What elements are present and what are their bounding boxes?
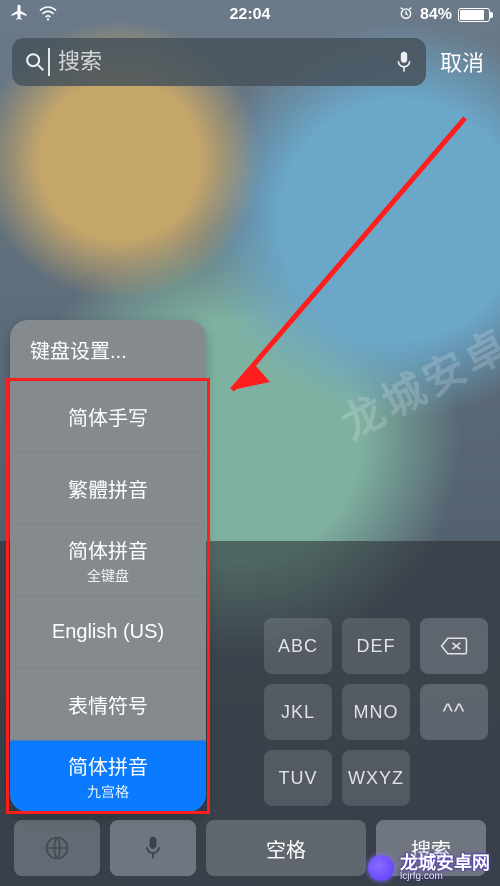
option-label: 简体拼音 xyxy=(68,535,148,564)
option-label: 繁體拼音 xyxy=(68,474,148,503)
keyboard-option-simplified-pinyin-full[interactable]: 简体拼音 全键盘 xyxy=(10,524,206,596)
option-label: English (US) xyxy=(52,621,164,644)
search-field[interactable] xyxy=(12,38,426,86)
key-mno[interactable]: MNO xyxy=(342,684,410,740)
keyboard-option-simplified-pinyin-ninegrid[interactable]: 简体拼音 九宫格 xyxy=(10,740,206,812)
search-icon xyxy=(24,51,46,73)
key-tuv[interactable]: TUV xyxy=(264,750,332,806)
search-row: 取消 xyxy=(0,28,500,94)
key-def[interactable]: DEF xyxy=(342,618,410,674)
annotation-arrow xyxy=(210,110,480,410)
keyboard-option-traditional-pinyin[interactable]: 繁體拼音 xyxy=(10,452,206,524)
screen: 22:04 84% 取消 ABC DEF xyxy=(0,0,500,886)
option-label: 表情符号 xyxy=(68,690,148,719)
key-backspace[interactable] xyxy=(420,618,488,674)
keyboard-option-emoji[interactable]: 表情符号 xyxy=(10,668,206,740)
keyboard-keys: ABC DEF JKL MNO ^^ TUV WXYZ xyxy=(186,618,486,806)
keyboard-option-handwriting[interactable]: 简体手写 xyxy=(10,380,206,452)
key-jkl[interactable]: JKL xyxy=(264,684,332,740)
key-tone[interactable]: ^^ xyxy=(420,684,488,740)
space-button[interactable]: 空格 xyxy=(206,820,366,876)
option-sublabel: 全键盘 xyxy=(87,566,129,586)
globe-button[interactable] xyxy=(14,820,100,876)
key-abc[interactable]: ABC xyxy=(264,618,332,674)
status-bar: 22:04 84% xyxy=(0,0,500,28)
keyboard-bottom-row: 空格 搜索 xyxy=(0,818,500,878)
keyboard-option-english-us[interactable]: English (US) xyxy=(10,596,206,668)
key-wxyz[interactable]: WXYZ xyxy=(342,750,410,806)
keyboard-settings-item[interactable]: 键盘设置... xyxy=(10,320,206,380)
search-input[interactable] xyxy=(50,49,426,75)
status-time: 22:04 xyxy=(0,6,500,24)
keyboard-switcher-popup: 键盘设置... 简体手写 繁體拼音 简体拼音 全键盘 English (US) … xyxy=(10,320,206,812)
option-sublabel: 九宫格 xyxy=(87,782,129,802)
dictation-button[interactable] xyxy=(110,820,196,876)
battery-icon xyxy=(458,8,490,22)
cancel-button[interactable]: 取消 xyxy=(436,46,488,78)
option-label: 简体拼音 xyxy=(68,751,148,780)
mic-icon[interactable] xyxy=(394,50,414,74)
option-label: 简体手写 xyxy=(68,402,148,431)
watermark-diagonal: 龙城安卓网 xyxy=(329,290,500,452)
keyboard-search-button[interactable]: 搜索 xyxy=(376,820,486,876)
